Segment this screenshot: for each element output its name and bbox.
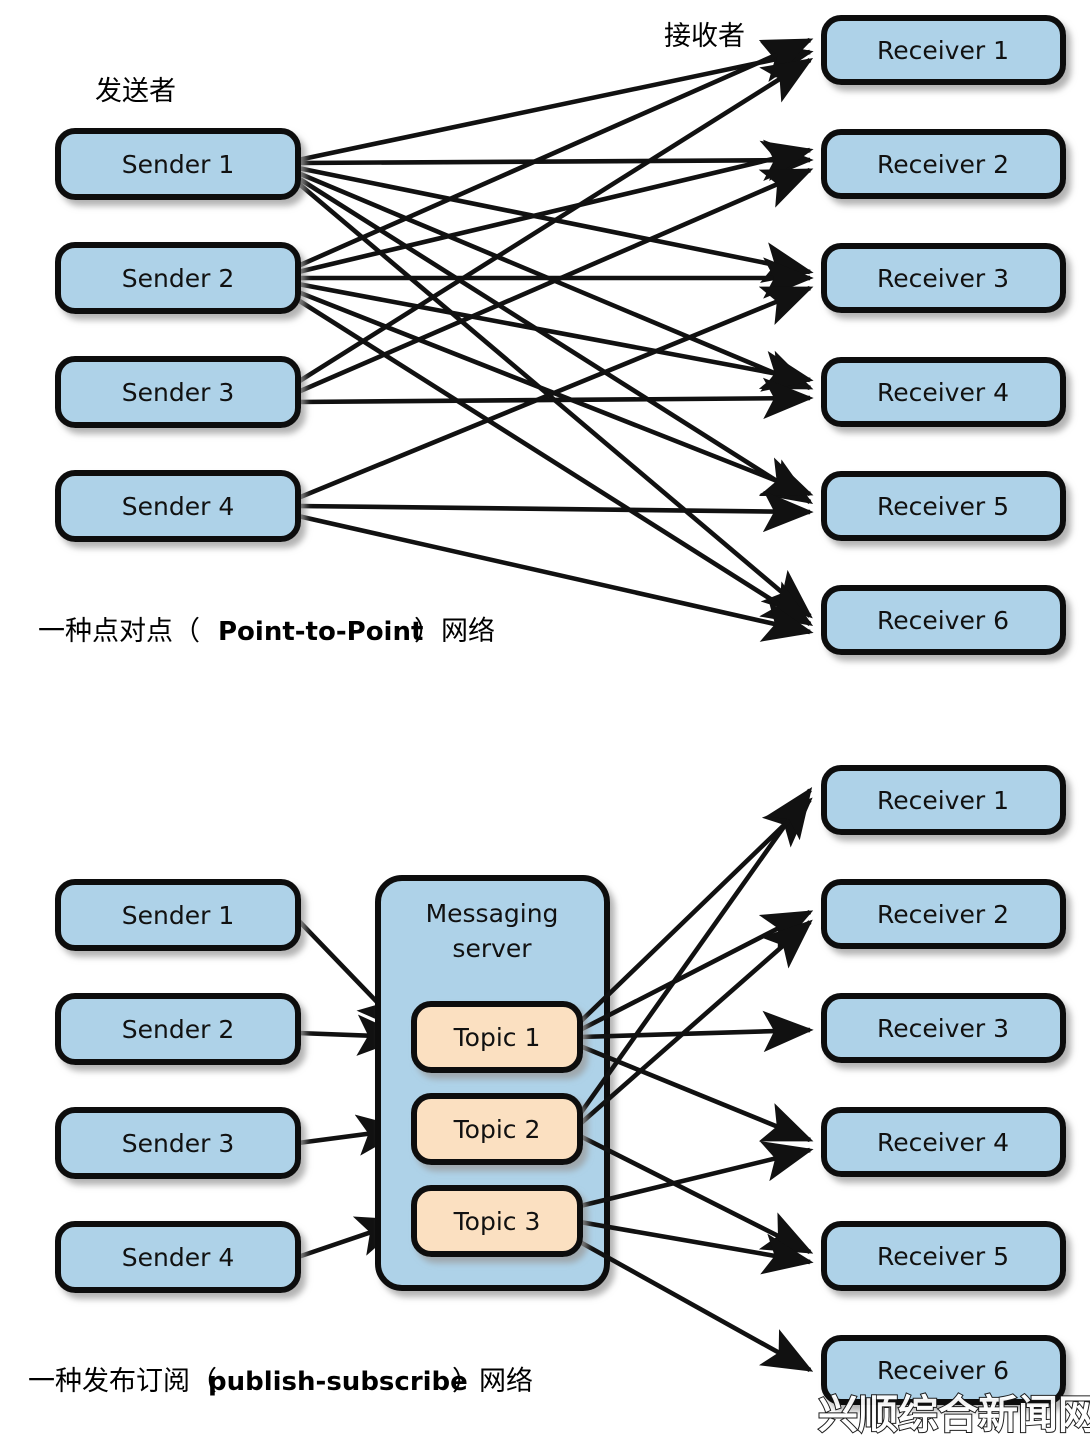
link-t1-r3 xyxy=(579,1010,814,1053)
node-sender-4[interactable]: Sender 4 xyxy=(55,1221,301,1293)
node-label: Receiver 4 xyxy=(877,378,1009,407)
link-t2-r5 xyxy=(578,1133,814,1255)
node-receiver-3[interactable]: Receiver 3 xyxy=(821,243,1066,313)
node-sender-2[interactable]: Sender 2 xyxy=(55,242,301,314)
node-label: Receiver 2 xyxy=(877,900,1009,929)
link-s4-r3 xyxy=(297,285,814,501)
link-s2-r1 xyxy=(297,37,814,269)
node-label: Receiver 1 xyxy=(877,36,1009,65)
caption-bold: Point-to-Point xyxy=(218,617,423,647)
node-label: Sender 4 xyxy=(122,492,234,521)
diagram-canvas: 发送者 接收者 Sender 1 Sender 2 Sender 3 Sende… xyxy=(28,15,1090,1439)
node-receiver-6[interactable]: Receiver 6 xyxy=(821,585,1066,655)
node-label: Receiver 3 xyxy=(877,1014,1009,1043)
node-receiver-2[interactable]: Receiver 2 xyxy=(821,879,1066,949)
node-receiver-4[interactable]: Receiver 4 xyxy=(821,357,1066,427)
p2p-senders: Sender 1 Sender 2 Sender 3 Sender 4 xyxy=(55,128,301,542)
node-receiver-3[interactable]: Receiver 3 xyxy=(821,993,1066,1063)
node-sender-2[interactable]: Sender 2 xyxy=(55,993,301,1065)
link-t3-r4 xyxy=(579,1140,814,1209)
node-sender-3[interactable]: Sender 3 xyxy=(55,356,301,428)
caption-suffix: ）网络 xyxy=(414,616,495,647)
link-s1-r2 xyxy=(297,139,814,181)
node-label: Topic 2 xyxy=(453,1115,541,1144)
node-receiver-1[interactable]: Receiver 1 xyxy=(821,765,1066,835)
node-label: Receiver 5 xyxy=(877,492,1009,521)
node-topic-3[interactable]: Topic 3 xyxy=(411,1185,583,1257)
caption-publish-subscribe: 一种发布订阅（ publish-subscribe ）网络 xyxy=(28,1366,533,1397)
node-topic-1[interactable]: Topic 1 xyxy=(411,1001,583,1073)
node-label: Receiver 2 xyxy=(877,150,1009,179)
node-sender-4[interactable]: Sender 4 xyxy=(55,470,301,542)
p2p-receivers: Receiver 1 Receiver 2 Receiver 3 Receive… xyxy=(821,15,1066,655)
link-s1-r5 xyxy=(296,176,814,504)
node-sender-1[interactable]: Sender 1 xyxy=(55,879,301,951)
link-t1-r1 xyxy=(578,797,813,1024)
link-s2-r2 xyxy=(297,140,814,275)
server-title-line2: server xyxy=(452,934,532,963)
pubsub-topics: Topic 1 Topic 2 Topic 3 xyxy=(411,1001,583,1257)
caption-prefix: 一种点对点（ xyxy=(38,616,200,647)
node-receiver-4[interactable]: Receiver 4 xyxy=(821,1107,1066,1177)
site-watermark: 兴顺综合新闻网 xyxy=(818,1392,1090,1438)
node-label: Sender 1 xyxy=(122,150,234,179)
node-topic-2[interactable]: Topic 2 xyxy=(411,1093,583,1165)
server-title-line1: Messaging xyxy=(426,899,559,928)
diagram-point-to-point: 发送者 接收者 Sender 1 Sender 2 Sender 3 Sende… xyxy=(38,15,1066,655)
link-t3-r5 xyxy=(579,1219,814,1275)
node-label: Sender 2 xyxy=(122,264,234,293)
diagram-publish-subscribe: Messaging server Topic 1 Topic 2 Topic 3… xyxy=(28,765,1066,1405)
receivers-group-label: 接收者 xyxy=(664,21,745,52)
node-sender-1[interactable]: Sender 1 xyxy=(55,128,301,200)
node-label: Sender 3 xyxy=(122,1129,234,1158)
caption-point-to-point: 一种点对点（ Point-to-Point ）网络 xyxy=(38,616,495,647)
link-s3-r4 xyxy=(297,377,814,420)
link-t1-r2 xyxy=(578,909,814,1033)
node-receiver-5[interactable]: Receiver 5 xyxy=(821,1221,1066,1291)
node-sender-3[interactable]: Sender 3 xyxy=(55,1107,301,1179)
node-receiver-5[interactable]: Receiver 5 xyxy=(821,471,1066,541)
senders-group-label: 发送者 xyxy=(95,76,176,107)
node-label: Receiver 5 xyxy=(877,1242,1009,1271)
p2p-link-layer xyxy=(296,37,814,642)
caption-prefix: 一种发布订阅（ xyxy=(28,1366,217,1397)
node-label: Sender 4 xyxy=(122,1243,234,1272)
node-label: Sender 1 xyxy=(122,901,234,930)
pubsub-topic-link-layer xyxy=(578,786,814,1373)
node-receiver-1[interactable]: Receiver 1 xyxy=(821,15,1066,85)
node-label: Receiver 4 xyxy=(877,1128,1009,1157)
node-label: Topic 1 xyxy=(453,1023,541,1052)
pubsub-senders: Sender 1 Sender 2 Sender 3 Sender 4 xyxy=(55,879,301,1293)
node-label: Receiver 6 xyxy=(877,1356,1009,1385)
node-label: Sender 3 xyxy=(122,378,234,407)
node-label: Topic 3 xyxy=(453,1207,541,1236)
node-receiver-2[interactable]: Receiver 2 xyxy=(821,129,1066,199)
node-label: Receiver 3 xyxy=(877,264,1009,293)
caption-bold: publish-subscribe xyxy=(208,1367,468,1397)
link-s4-r5 xyxy=(297,490,814,533)
link-t3-r6 xyxy=(578,1239,814,1373)
pubsub-receivers: Receiver 1 Receiver 2 Receiver 3 Receive… xyxy=(821,765,1066,1405)
node-label: Receiver 1 xyxy=(877,786,1009,815)
node-label: Sender 2 xyxy=(122,1015,234,1044)
caption-suffix: ）网络 xyxy=(452,1366,533,1397)
node-label: Receiver 6 xyxy=(877,606,1009,635)
